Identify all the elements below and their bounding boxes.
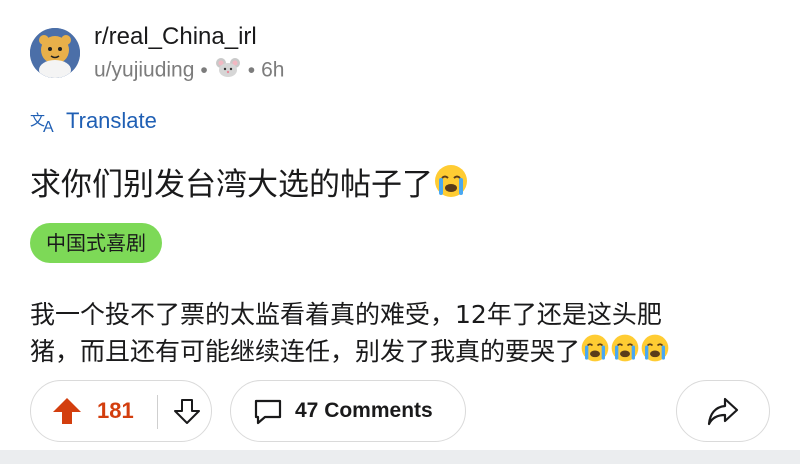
post-header: r/real_China_irl u/yujiuding • • 6h (30, 22, 770, 82)
vote-control: 181 (30, 380, 212, 442)
post-time: 6h (261, 58, 285, 82)
subreddit-name[interactable]: r/real_China_irl (94, 22, 257, 52)
upvote-count: 181 (97, 398, 134, 423)
crying-emoji-icon (580, 333, 610, 373)
meta-separator: • (247, 58, 256, 82)
body-line-with-emoji: 猪，而且还有可能继续连任，别发了我真的要哭了 (30, 333, 770, 373)
bottom-divider (0, 450, 800, 464)
translate-icon: 文 A (30, 108, 66, 136)
comment-icon (253, 398, 283, 430)
vote-divider (157, 395, 158, 429)
post-title-text: 求你们别发台湾大选的帖子了 (30, 167, 433, 203)
svg-text:A: A (43, 119, 54, 134)
share-icon (707, 396, 739, 430)
post-meta: u/yujiuding • • 6h (94, 56, 284, 85)
comments-label: 47 Comments (295, 399, 433, 422)
translate-label: Translate (66, 108, 157, 133)
downvote-icon[interactable] (173, 398, 201, 430)
post-flair[interactable]: 中国式喜剧 (30, 223, 162, 263)
post-body: 我一个投不了票的太监看着真的难受，12年了还是这头肥 猪，而且还有可能继续连任，… (30, 296, 770, 373)
body-line: 我一个投不了票的太监看着真的难受，12年了还是这头肥 (30, 300, 662, 329)
author-name[interactable]: u/yujiuding (94, 59, 194, 82)
crying-emoji-icon (610, 333, 640, 373)
crying-emoji-icon (433, 163, 469, 210)
post-title[interactable]: 求你们别发台湾大选的帖子了 (30, 163, 469, 210)
comments-button[interactable]: 47 Comments (230, 380, 466, 442)
translate-button[interactable]: 文 A Translate (30, 106, 157, 136)
body-line: 猪，而且还有可能继续连任，别发了我真的要哭了 (30, 337, 581, 366)
avatar[interactable] (30, 28, 80, 78)
share-button[interactable] (676, 380, 770, 442)
crying-emoji-icon (640, 333, 670, 373)
mouse-icon (214, 56, 242, 85)
post-actions: 181 47 Comments (30, 380, 770, 444)
meta-separator: • (200, 58, 208, 82)
upvote-icon[interactable] (51, 396, 83, 430)
